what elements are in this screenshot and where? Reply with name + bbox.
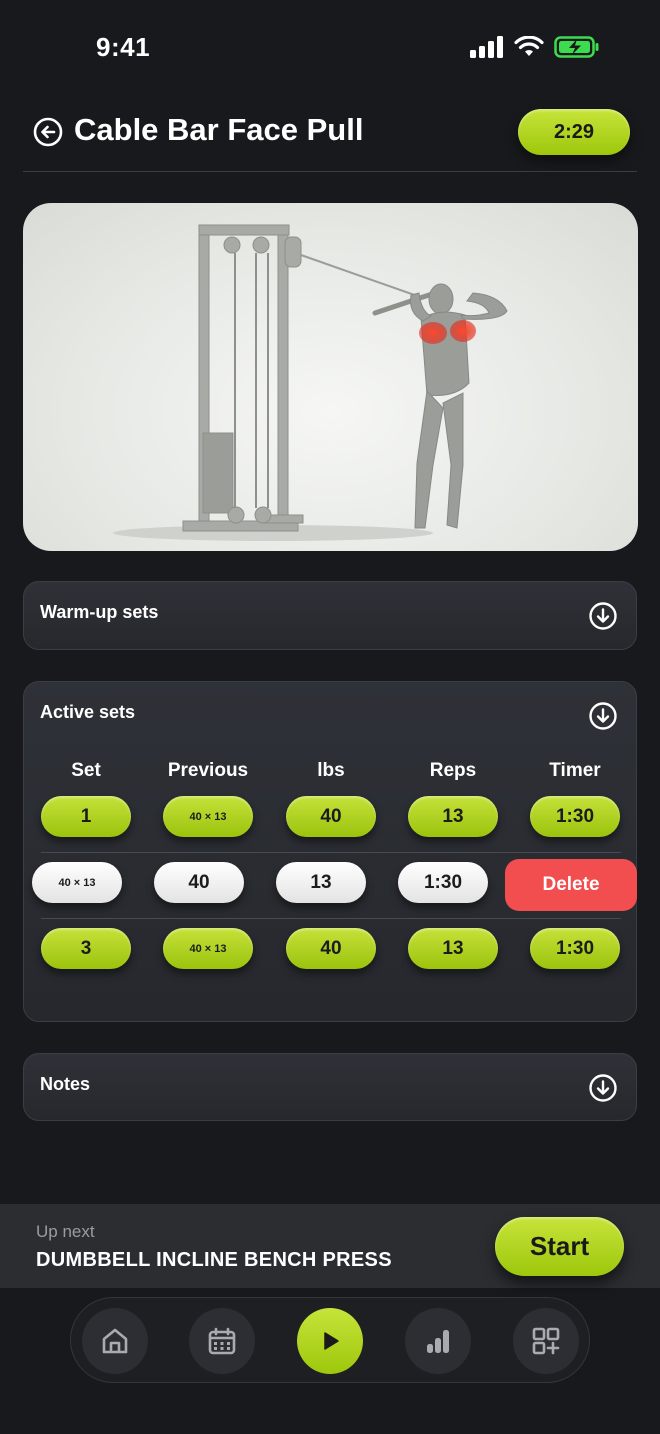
up-next-label: Up next	[36, 1222, 95, 1241]
tab-calendar[interactable]	[189, 1308, 255, 1374]
add-widget-icon	[532, 1327, 560, 1355]
rest-timer-value[interactable]: 1:30	[398, 862, 488, 903]
set-number[interactable]: 1	[41, 796, 131, 837]
column-header-reps: Reps	[429, 760, 477, 781]
page-title: Cable Bar Face Pull	[74, 112, 364, 147]
up-next-bar: Up next DUMBBELL INCLINE BENCH PRESS Sta…	[0, 1204, 660, 1288]
row-divider	[41, 918, 621, 919]
set-number[interactable]: 3	[41, 928, 131, 969]
tab-stats[interactable]	[405, 1308, 471, 1374]
workout-timer[interactable]: 2:29	[518, 109, 630, 155]
expand-down-icon[interactable]	[588, 601, 618, 631]
reps-value[interactable]: 13	[276, 862, 366, 903]
tab-more[interactable]	[513, 1308, 579, 1374]
delete-set-button[interactable]: Delete	[505, 859, 637, 911]
reps-value[interactable]: 13	[408, 796, 498, 837]
notes-title: Notes	[40, 1074, 91, 1094]
calendar-icon	[208, 1327, 236, 1355]
start-button[interactable]: Start	[495, 1217, 624, 1276]
rest-timer-value[interactable]: 1:30	[530, 796, 620, 837]
warmup-sets-panel[interactable]: Warm-up sets	[23, 581, 637, 650]
wifi-icon	[514, 36, 544, 56]
bottom-tab-bar	[70, 1297, 590, 1383]
header-divider	[23, 171, 637, 172]
warmup-sets-title: Warm-up sets	[40, 602, 159, 622]
home-icon	[102, 1328, 128, 1354]
expand-down-icon[interactable]	[588, 701, 618, 731]
tab-workout-play[interactable]	[297, 1308, 363, 1374]
sets-table-header: Set Previous lbs Reps Timer	[24, 760, 638, 784]
column-header-lbs: lbs	[317, 760, 345, 781]
signal-icon	[470, 36, 503, 58]
status-icons	[470, 36, 600, 58]
exercise-illustration	[23, 203, 638, 551]
play-icon	[324, 1332, 339, 1350]
up-next-exercise-name: DUMBBELL INCLINE BENCH PRESS	[36, 1249, 392, 1271]
column-header-previous: Previous	[167, 760, 249, 781]
active-sets-title: Active sets	[40, 702, 136, 722]
previous-value[interactable]: 40 × 13	[163, 928, 253, 969]
rest-timer-value[interactable]: 1:30	[530, 928, 620, 969]
weight-value[interactable]: 40	[286, 796, 376, 837]
notes-panel[interactable]: Notes	[23, 1053, 637, 1121]
previous-value[interactable]: 40 × 13	[163, 796, 253, 837]
previous-value[interactable]: 40 × 13	[32, 862, 122, 903]
expand-down-icon[interactable]	[588, 1073, 618, 1103]
weight-value[interactable]: 40	[286, 928, 376, 969]
row-divider	[41, 852, 621, 853]
column-header-set: Set	[71, 760, 101, 781]
reps-value[interactable]: 13	[408, 928, 498, 969]
status-time: 9:41	[96, 32, 151, 62]
back-icon[interactable]	[33, 117, 63, 147]
stats-icon	[427, 1330, 449, 1353]
weight-value[interactable]: 40	[154, 862, 244, 903]
active-sets-panel: Active sets Set Previous lbs Reps Timer …	[23, 681, 637, 1022]
battery-charging-icon	[554, 36, 599, 58]
column-header-timer: Timer	[549, 760, 601, 781]
tab-home[interactable]	[82, 1308, 148, 1374]
